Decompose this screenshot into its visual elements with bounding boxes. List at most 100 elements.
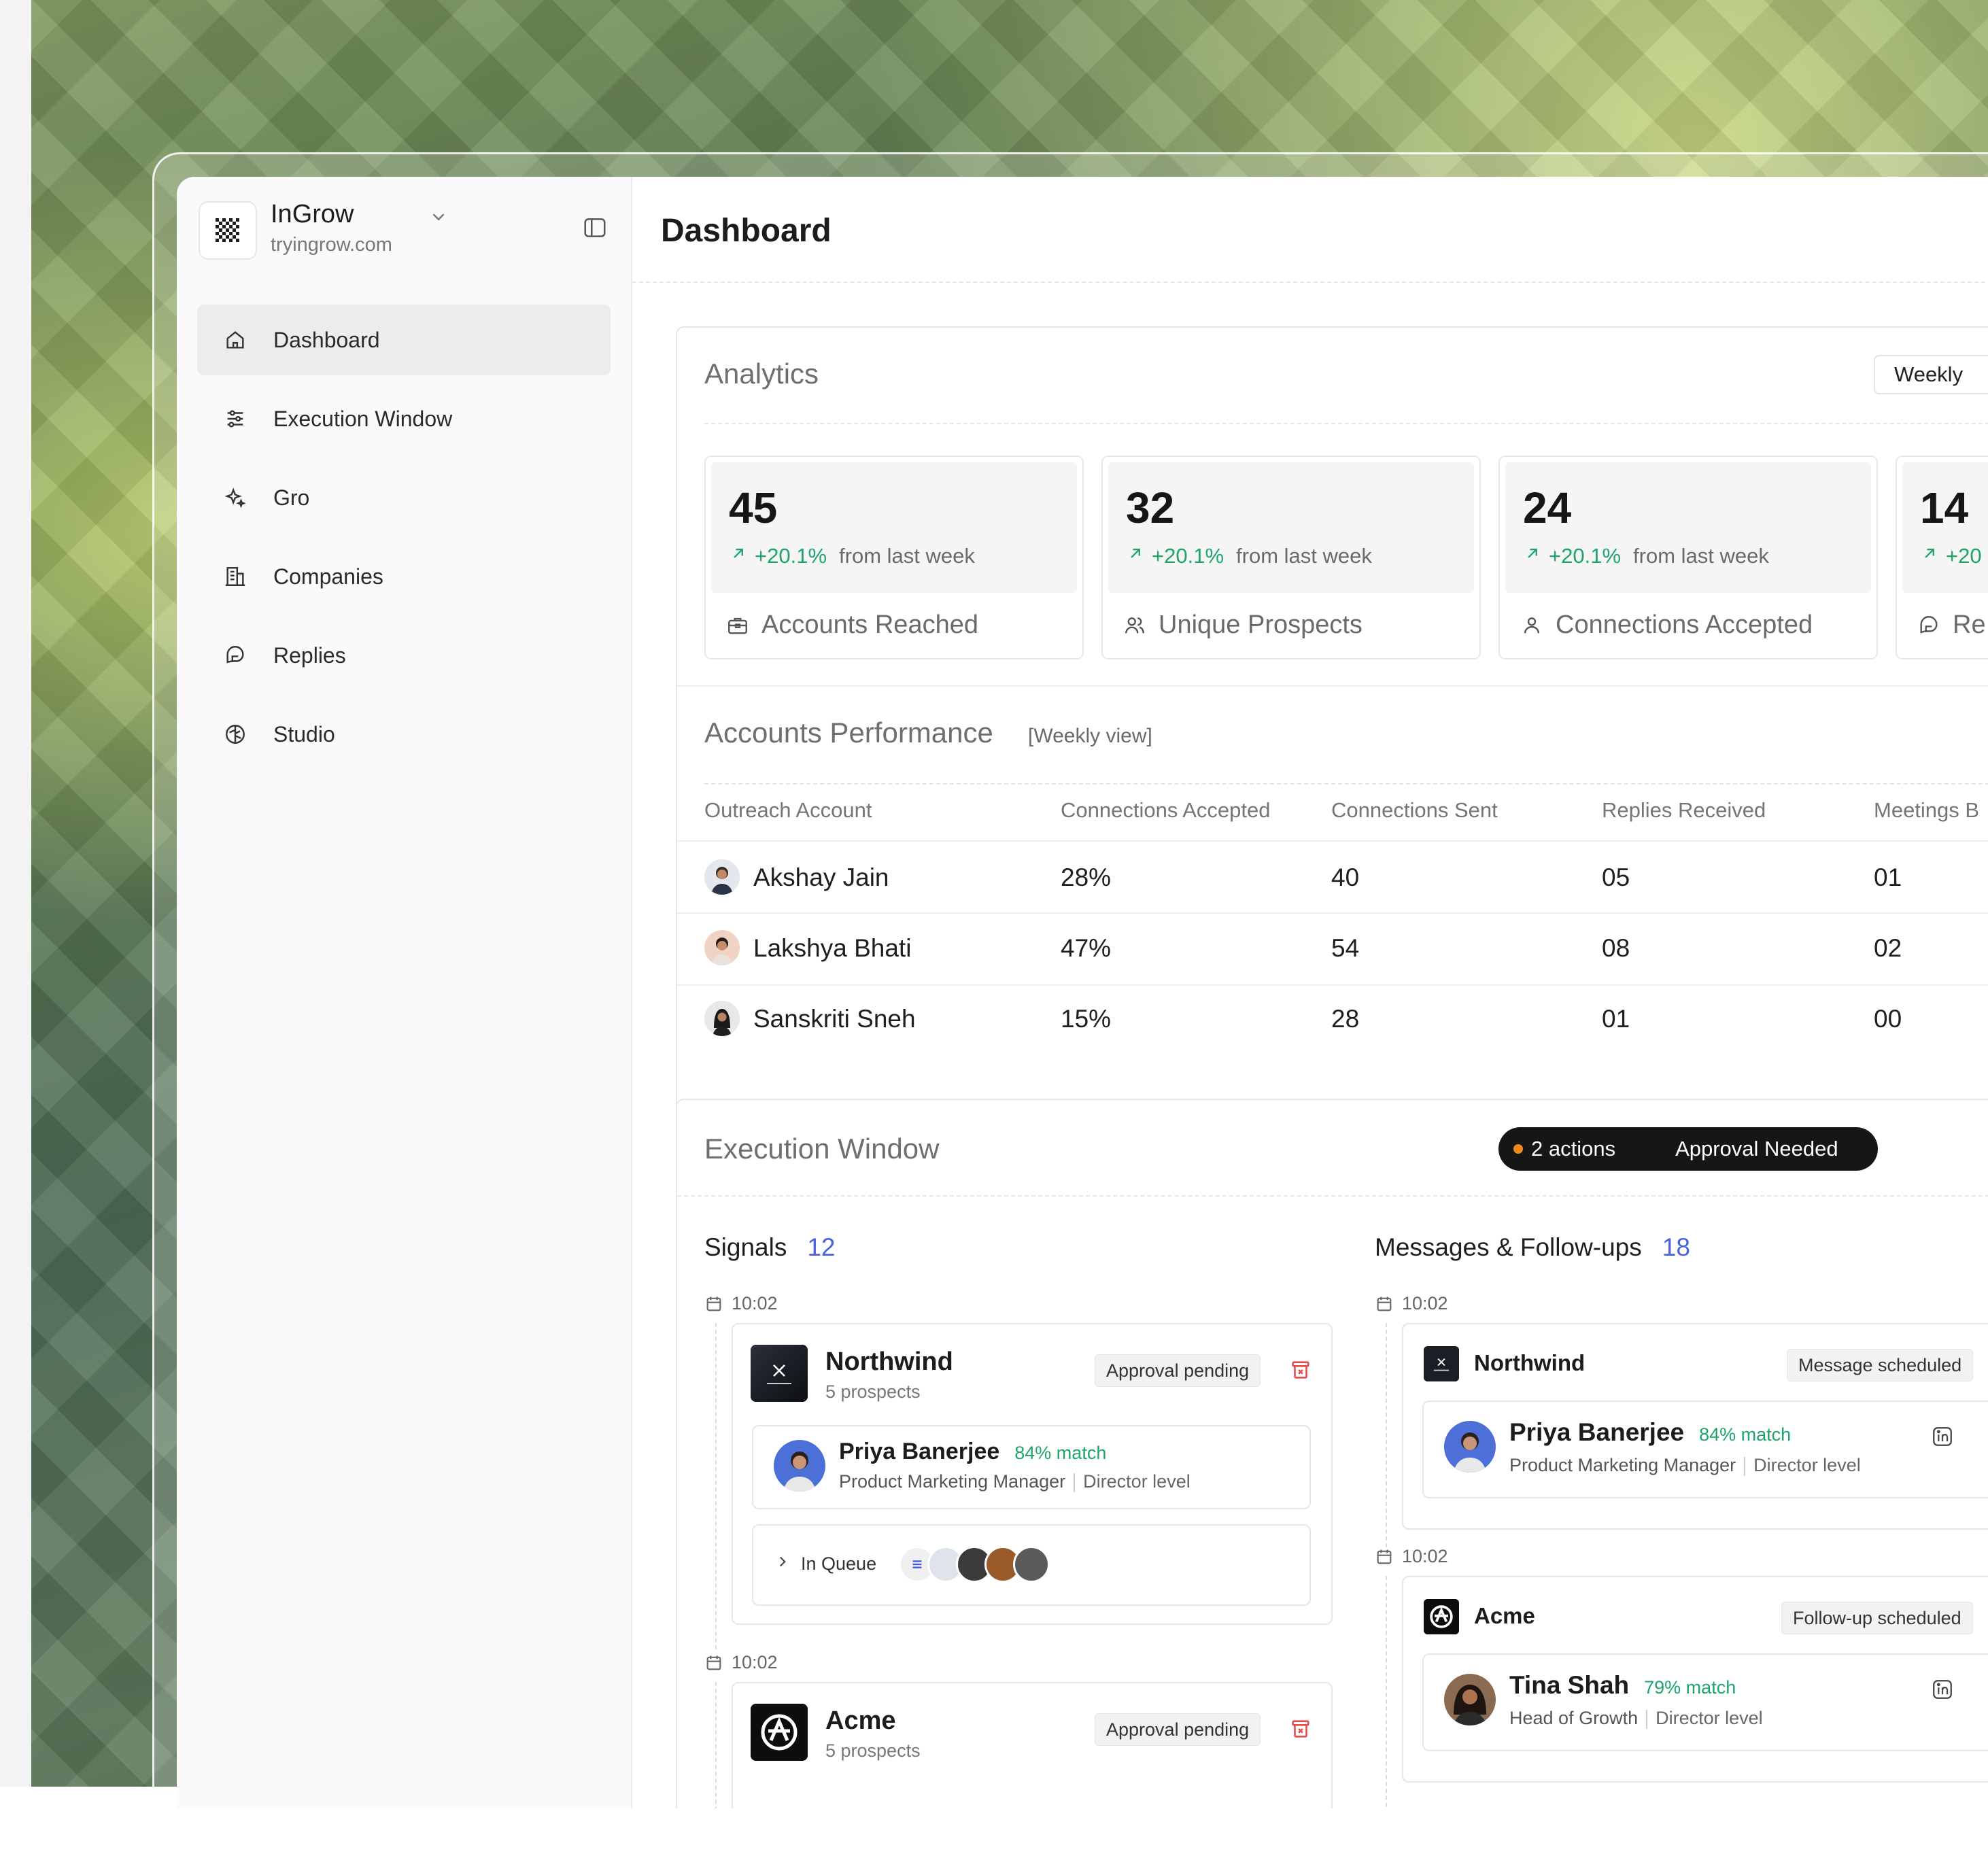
divider (677, 984, 1988, 986)
level-text: Director level (1083, 1471, 1190, 1492)
stat-period: from last week (1236, 544, 1372, 568)
calendar-icon (1375, 1294, 1394, 1313)
signal-card[interactable]: Northwind 5 prospects Approval pending P… (732, 1323, 1333, 1625)
company-name: Acme (825, 1706, 896, 1735)
stat-card-accounts-reached[interactable]: 45 +20.1% from last week Accounts Reache… (704, 456, 1084, 659)
sidebar-item-replies[interactable]: Replies (197, 620, 611, 691)
performance-title: Accounts Performance (704, 717, 993, 749)
chevron-right-icon (774, 1553, 791, 1575)
divider (677, 685, 1988, 687)
stat-card-replies[interactable]: 14 +20 Re (1896, 456, 1988, 659)
acme-logo (1424, 1599, 1459, 1634)
prospect-card[interactable]: Priya Banerjee 84% match Product Marketin… (752, 1425, 1311, 1509)
column-header[interactable]: Connections Sent (1331, 798, 1498, 823)
arrow-up-right-icon (1920, 544, 1939, 568)
column-header[interactable]: Replies Received (1602, 798, 1766, 823)
message-card[interactable]: Northwind Message scheduled Priya Banerj… (1402, 1323, 1988, 1530)
signal-card[interactable]: Acme 5 prospects Approval pending (732, 1682, 1333, 1808)
arrow-up-right-icon (1126, 544, 1145, 568)
queue-text: In Queue (801, 1553, 877, 1574)
chevron-down-icon[interactable] (428, 207, 449, 230)
sidebar-item-execution-window[interactable]: Execution Window (197, 383, 611, 454)
avatar (704, 859, 740, 895)
brand-logo[interactable] (199, 201, 257, 260)
period-select[interactable]: Weekly (1874, 355, 1988, 394)
timestamp-text: 10:02 (732, 1652, 778, 1672)
stat-value: 24 (1523, 483, 1572, 532)
linkedin-icon[interactable] (1931, 1425, 1954, 1451)
stat-label-text: Unique Prospects (1159, 611, 1363, 639)
timestamp-text: 10:02 (1402, 1546, 1448, 1566)
stat-label: Accounts Reached (726, 611, 978, 640)
sidebar-nav: Dashboard Execution Window Gro Companies (197, 305, 611, 778)
calendar-icon (704, 1294, 723, 1313)
linkedin-icon[interactable] (1931, 1678, 1954, 1704)
sidebar: InGrow tryingrow.com Dashboard Execution… (177, 177, 632, 1808)
trash-icon[interactable] (1289, 1717, 1312, 1744)
account-name: Sanskriti Sneh (753, 1005, 916, 1033)
timestamp: 10:02 (1375, 1293, 1448, 1314)
stat-trend: +20.1% from last week (1523, 544, 1769, 568)
prospect-name-text: Priya Banerjee (839, 1439, 1000, 1464)
approval-pill[interactable]: 2 actions Approval Needed (1498, 1127, 1878, 1171)
company-name: Northwind (825, 1347, 953, 1376)
message-card[interactable]: Acme Follow-up scheduled Tina Shah 79% ma… (1402, 1576, 1988, 1783)
stat-label: Connections Accepted (1520, 611, 1813, 640)
workspace-name[interactable]: InGrow (271, 200, 354, 229)
sidebar-item-gro[interactable]: Gro (197, 462, 611, 533)
role-text: Product Marketing Manager (839, 1471, 1066, 1492)
cell-accepted: 47% (1061, 934, 1112, 962)
cell-replies: 05 (1602, 863, 1630, 891)
signals-title: Signals 12 (704, 1233, 836, 1262)
stat-value: 14 (1920, 483, 1969, 532)
sidebar-item-label: Companies (273, 564, 383, 589)
sidebar-item-label: Gro (273, 485, 310, 510)
approval-label: Approval Needed (1675, 1137, 1838, 1161)
header-divider (632, 281, 1988, 283)
prospect-card[interactable]: Priya Banerjee 84% match Product Marketin… (1422, 1400, 1988, 1498)
account-name: Akshay Jain (753, 863, 889, 891)
stat-card-unique-prospects[interactable]: 32 +20.1% from last week Unique Prospect… (1101, 456, 1481, 659)
main-content: Dashboard Analytics Weekly 45 +20.1% fro… (632, 177, 1988, 1808)
sidebar-item-label: Dashboard (273, 327, 380, 352)
northwind-logo (1424, 1346, 1459, 1381)
company-name: Northwind (1474, 1350, 1586, 1375)
sidebar-item-companies[interactable]: Companies (197, 541, 611, 612)
prospect-count: 5 prospects (825, 1381, 921, 1402)
column-header[interactable]: Outreach Account (704, 798, 872, 823)
status-badge: Message scheduled (1787, 1349, 1974, 1381)
stat-period: from last week (839, 544, 975, 568)
messages-label: Messages & Follow-ups (1375, 1233, 1642, 1261)
performance-subtitle: [Weekly view] (1028, 725, 1152, 747)
acme-logo (751, 1704, 808, 1761)
sidebar-item-label: Replies (273, 642, 346, 668)
stat-period: from last week (1633, 544, 1769, 568)
trash-icon[interactable] (1289, 1358, 1312, 1385)
prospect-name: Tina Shah 79% match (1509, 1671, 1736, 1700)
sidebar-item-studio[interactable]: Studio (197, 699, 611, 770)
sidebar-item-dashboard[interactable]: Dashboard (197, 305, 611, 375)
cell-replies: 08 (1602, 934, 1630, 962)
prospect-role: Product Marketing Manager Director level (839, 1471, 1190, 1492)
prospect-card[interactable]: Tina Shah 79% match Head of Growth Directo… (1422, 1653, 1988, 1751)
arrow-up-right-icon (1523, 544, 1542, 568)
message-icon (1917, 614, 1940, 637)
window-edge (0, 0, 33, 1787)
timeline-line (715, 1323, 717, 1649)
sidebar-item-label: Studio (273, 721, 335, 746)
cell-replies: 01 (1602, 1005, 1630, 1033)
execution-card: Execution Window 2 actions Approval Need… (676, 1099, 1988, 1808)
avatar (1444, 1421, 1496, 1473)
divider (704, 423, 1988, 424)
messages-count: 18 (1662, 1233, 1690, 1261)
queue-row[interactable]: In Queue (752, 1524, 1311, 1606)
stat-card-connections-accepted[interactable]: 24 +20.1% from last week Connections Acc… (1498, 456, 1878, 659)
column-header[interactable]: Connections Accepted (1061, 798, 1271, 823)
column-header[interactable]: Meetings B (1874, 798, 1979, 823)
divider (704, 783, 1988, 785)
cell-sent: 54 (1331, 934, 1360, 962)
sidebar-toggle-icon[interactable] (582, 215, 608, 244)
match-score: 79% match (1644, 1677, 1736, 1698)
sidebar-item-label: Execution Window (273, 406, 453, 431)
stat-label: Unique Prospects (1123, 611, 1363, 640)
